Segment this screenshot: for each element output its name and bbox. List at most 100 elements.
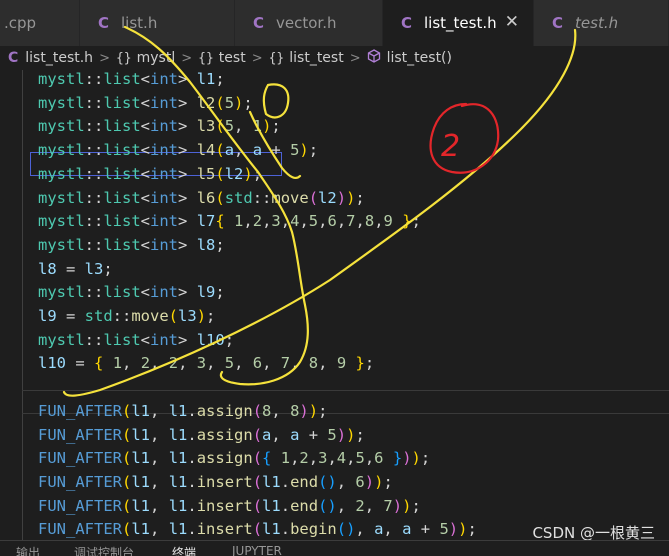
namespace-icon: {} — [198, 50, 214, 66]
breadcrumb-item-test[interactable]: test — [219, 50, 246, 66]
tab-output[interactable]: 输出 — [16, 544, 40, 556]
code-token: 3 — [196, 354, 207, 373]
code-token: ; — [364, 354, 375, 373]
c-file-icon: C — [552, 14, 564, 32]
code-token: l1 — [262, 496, 281, 515]
code-token: ; — [411, 496, 421, 515]
close-icon[interactable]: ✕ — [505, 12, 519, 32]
code-line[interactable]: mystl::list<int> l10; — [38, 329, 234, 353]
code-line[interactable]: FUN_AFTER(l1, l1.assign(8, 8)); — [38, 400, 327, 424]
code-token: > — [178, 117, 197, 136]
code-token: . — [187, 449, 197, 468]
code-token: l1 — [131, 496, 151, 515]
code-token: :: — [84, 117, 104, 136]
code-line[interactable]: mystl::list<int> l1; — [38, 70, 225, 92]
code-token: , — [178, 354, 197, 373]
code-token: insert — [196, 472, 253, 491]
code-editor[interactable]: mystl::list<int> l1; mystl::list<int> l2(… — [0, 70, 669, 540]
code-line[interactable]: l8 = l3; — [38, 258, 113, 282]
code-line[interactable]: l10 = { 1, 2, 2, 3, 5, 6, 7, 8, 9 }; — [38, 352, 374, 376]
breadcrumb-file[interactable]: list_test.h — [25, 50, 93, 66]
tab-cpp-file[interactable]: .cpp — [0, 0, 80, 46]
tab-list-test-h[interactable]: C list_test.h ✕ — [383, 0, 534, 46]
code-token: 5 — [308, 212, 319, 231]
code-token: l1 — [196, 70, 216, 88]
code-token: l1 — [131, 520, 151, 539]
code-token: FUN_AFTER — [38, 449, 122, 468]
tab-list-h[interactable]: C list.h — [80, 0, 235, 46]
code-token: , — [336, 472, 356, 491]
breadcrumb-function[interactable]: list_test() — [387, 50, 452, 66]
code-token: ; — [355, 188, 365, 207]
code-line[interactable]: FUN_AFTER(l1, l1.insert(l1.end(), 6)); — [38, 471, 393, 495]
code-line[interactable]: l9 = std::move(l3); — [38, 305, 215, 329]
code-token: 9 — [336, 354, 347, 373]
tab-terminal[interactable]: 终端 — [172, 544, 196, 556]
breadcrumb-item-list-test[interactable]: list_test — [289, 50, 343, 66]
code-line[interactable]: mystl::list<int> l9; — [38, 281, 225, 305]
code-token: move — [271, 188, 309, 207]
code-token: mystl — [38, 330, 85, 349]
code-token: ; — [252, 164, 263, 183]
code-line[interactable]: FUN_AFTER(l1, l1.assign({ 1,2,3,4,5,6 })… — [38, 447, 430, 471]
code-token: + — [262, 141, 291, 160]
code-token: ; — [215, 283, 225, 302]
code-token: l1 — [168, 425, 188, 444]
code-token: , — [355, 520, 375, 539]
code-line[interactable]: mystl::list<int> l3(5, 1); — [38, 115, 281, 139]
code-token: list — [103, 212, 141, 231]
code-token: > — [178, 93, 197, 112]
code-token: , — [150, 472, 169, 491]
code-token: 2 — [168, 354, 179, 373]
code-token: ( — [122, 472, 132, 491]
code-token: l1 — [262, 472, 281, 491]
code-line[interactable]: FUN_AFTER(l1, l1.insert(l1.begin(), a, a… — [38, 518, 477, 540]
code-token: ; — [355, 425, 365, 444]
code-line[interactable]: FUN_AFTER(l1, l1.assign(a, a + 5)); — [38, 424, 365, 448]
code-token: l2 — [318, 188, 337, 207]
code-token: 1 — [252, 117, 263, 136]
code-token: int — [150, 164, 179, 183]
code-token: . — [187, 425, 197, 444]
code-token: 6 — [252, 354, 263, 373]
code-token: ) — [299, 401, 309, 420]
code-token: = — [56, 307, 85, 325]
code-token: l1 — [262, 520, 281, 539]
code-token: ; — [383, 472, 393, 491]
code-line[interactable]: mystl::list<int> l6(std::move(l2)); — [38, 187, 365, 211]
tab-test-h[interactable]: C test.h — [534, 0, 669, 46]
code-token: :: — [252, 188, 272, 207]
tab-debug-console[interactable]: 调试控制台 — [74, 544, 134, 556]
code-token: 1 — [234, 212, 244, 231]
code-token: l8 — [196, 235, 216, 254]
code-line[interactable]: mystl::list<int> l5(l2); — [38, 163, 262, 187]
code-token: int — [150, 283, 179, 302]
code-line[interactable]: mystl::list<int> l2(5); — [38, 92, 253, 116]
code-token: :: — [84, 235, 104, 254]
code-token: ( — [122, 496, 132, 515]
code-token: list — [103, 235, 141, 254]
breadcrumb-item-mystl[interactable]: mystl — [137, 50, 176, 66]
code-token: ; — [224, 330, 235, 349]
code-token: ; — [308, 141, 319, 160]
code-token: + — [411, 520, 440, 539]
code-token: mystl — [38, 212, 85, 231]
tab-jupyter[interactable]: JUPYTER — [232, 544, 282, 556]
code-line[interactable]: FUN_AFTER(l1, l1.insert(l1.end(), 2, 7))… — [38, 495, 421, 519]
code-token: . — [187, 520, 197, 539]
code-line[interactable]: mystl::list<int> l4(a, a + 5); — [38, 139, 318, 163]
code-token: ; — [243, 93, 253, 112]
code-token: , — [364, 449, 375, 468]
code-token: , — [262, 354, 281, 373]
code-token: < — [140, 235, 151, 254]
code-token: , — [234, 117, 253, 136]
code-token: 6 — [355, 472, 365, 491]
code-token: int — [150, 235, 179, 254]
code-token: l1 — [168, 472, 188, 491]
tab-vector-h[interactable]: C vector.h — [235, 0, 383, 46]
code-token: } — [392, 449, 403, 468]
code-line[interactable]: mystl::list<int> l7{ 1,2,3,4,5,6,7,8,9 }… — [38, 210, 421, 234]
code-line[interactable]: mystl::list<int> l8; — [38, 234, 225, 258]
code-token: mystl — [38, 188, 85, 207]
